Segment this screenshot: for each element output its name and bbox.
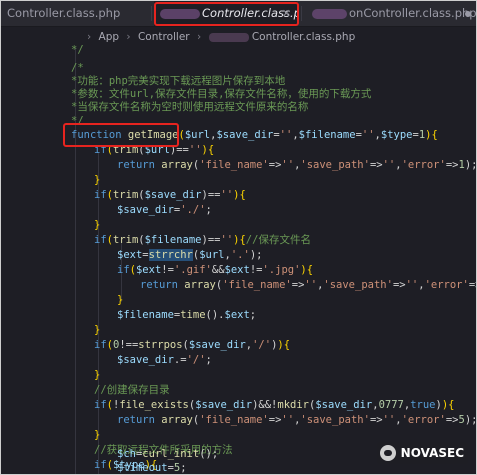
code-line: }	[94, 219, 101, 231]
watermark: NOVASEC	[376, 442, 468, 464]
unsaved-dot-icon	[465, 11, 471, 17]
watermark-text: NOVASEC	[400, 446, 464, 460]
code-line: }	[94, 324, 101, 336]
code-line: return array('file_name'=>'','save_path'…	[117, 414, 477, 426]
code-line: return array('file_name'=>'','save_path'…	[140, 279, 476, 291]
code-line: $save_dir='./';	[117, 204, 212, 216]
chevron-right-icon: ›	[87, 31, 92, 43]
wechat-icon	[379, 445, 396, 461]
breadcrumb-controller[interactable]: Controller	[138, 31, 190, 43]
code-line: $filename=time().$ext;	[117, 309, 257, 321]
code-editor[interactable]: */ /* *功能：php完美实现下载远程图片保存到本地 *参数：文件url,保…	[1, 44, 477, 474]
redacted-filename	[208, 32, 249, 42]
breadcrumb-file[interactable]: Controller.class.php	[252, 31, 355, 43]
tab-controller-1[interactable]: Controller.class.php	[1, 1, 157, 26]
code-line: if(!file_exists($save_dir)&&!mkdir($save…	[94, 399, 455, 411]
highlight-box-tab	[154, 2, 299, 26]
code-line: }	[94, 429, 101, 441]
line-gutter	[1, 47, 56, 474]
redacted-filename	[312, 8, 347, 19]
code-line: $save_dir.='/';	[117, 354, 212, 366]
code-line: }	[94, 174, 101, 186]
code-line: *当保存文件名称为空时则使用远程文件原来的名称	[71, 101, 309, 113]
code-line: return array('file_name'=>'','save_path'…	[117, 159, 477, 171]
tab-label: Controller.class.php	[7, 6, 121, 20]
code-line: $ext=strrchr($url,'.');	[117, 249, 263, 261]
code-line: //创建保存目录	[94, 384, 170, 396]
tab-separator	[301, 6, 302, 21]
code-line: if(0!==strrpos($save_dir,'/')){	[94, 339, 291, 351]
chevron-right-icon: ›	[126, 31, 131, 43]
code-line: }	[94, 369, 101, 381]
editor-window: Controller.class.php Controller.class.ph…	[0, 0, 477, 475]
code-line: if($ext!='.gif'&&$ext!='.jpg'){	[117, 264, 314, 276]
tab-separator	[151, 6, 152, 21]
code-line: $timeout=5;	[117, 462, 187, 474]
chevron-right-icon: ›	[196, 31, 202, 43]
code-line: }	[117, 294, 124, 306]
tab-controller-3[interactable]: onController.class.php	[306, 1, 477, 26]
highlight-box-function	[63, 123, 179, 147]
code-line: $ch=curl_init();	[117, 448, 219, 460]
code-line: */	[71, 44, 84, 56]
breadcrumb-app[interactable]: App	[99, 31, 120, 43]
tab-label: onController.class.php	[349, 6, 477, 20]
code-line: if(trim($save_dir)==''){	[94, 189, 246, 201]
code-line: if(trim($filename)==''){//保存文件名	[94, 234, 311, 246]
